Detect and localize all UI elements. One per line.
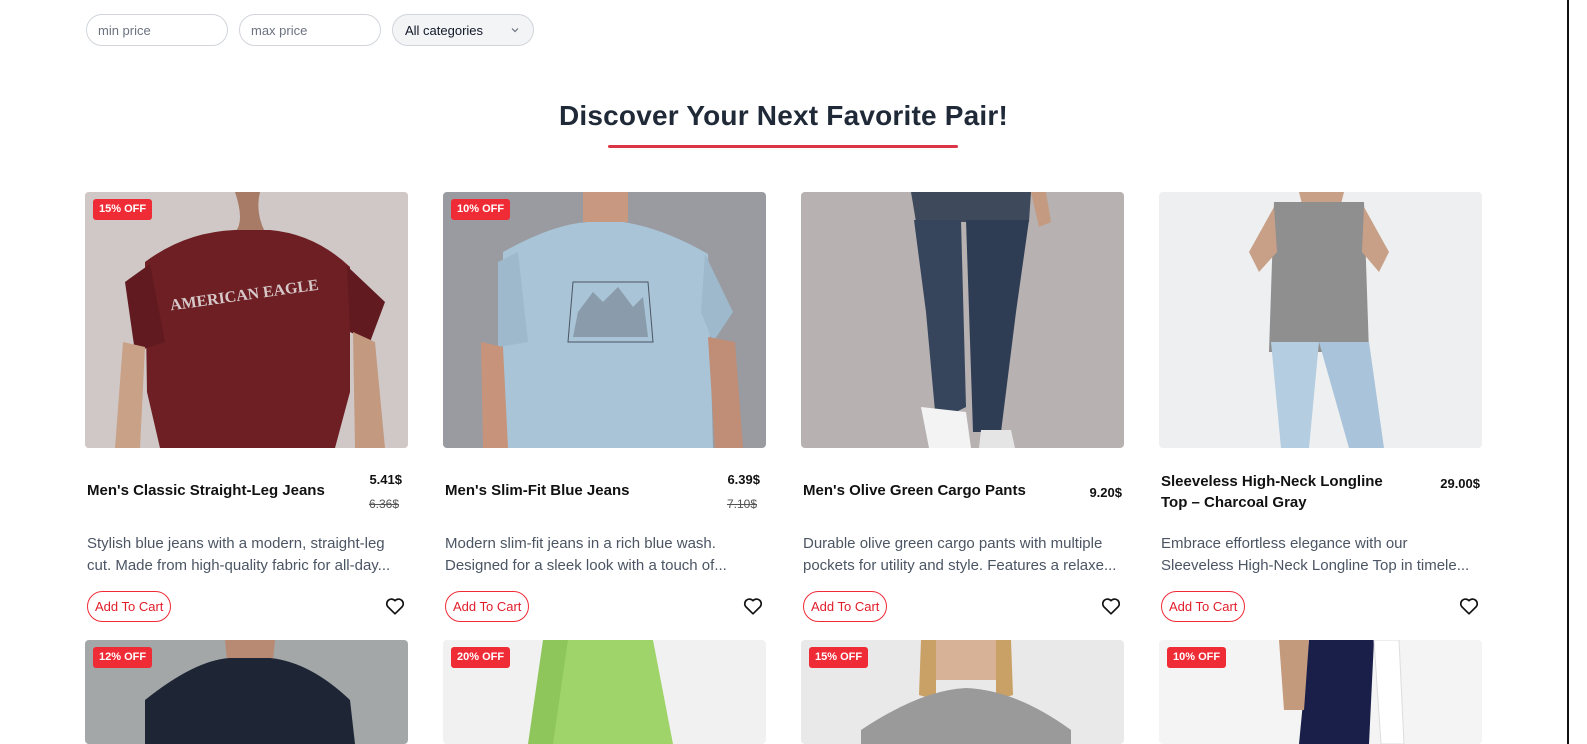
product-actions: Add To Cart: [443, 591, 766, 623]
heading-underline: [608, 145, 958, 148]
product-actions: Add To Cart: [85, 591, 408, 623]
product-title[interactable]: Sleeveless High-Neck Longline Top – Char…: [1161, 471, 1411, 513]
page-title: Discover Your Next Favorite Pair!: [558, 100, 1009, 131]
product-description: Stylish blue jeans with a modern, straig…: [87, 535, 391, 574]
max-price-input[interactable]: [239, 14, 381, 46]
product-price: 9.20$: [1089, 485, 1122, 500]
discount-badge: 20% OFF: [451, 647, 511, 668]
product-image[interactable]: 12% OFF: [85, 640, 408, 744]
product-old-price: 6.36$: [368, 497, 399, 511]
heart-icon[interactable]: [742, 595, 764, 617]
product-title[interactable]: Men's Olive Green Cargo Pants: [803, 480, 1053, 501]
product-image[interactable]: [801, 192, 1124, 448]
heart-icon[interactable]: [1458, 595, 1480, 617]
product-image[interactable]: 10% OFF: [443, 192, 766, 448]
product-card: 15% OFF: [801, 640, 1124, 744]
chevron-down-icon: [509, 24, 521, 36]
product-card: AMERICAN EAGLE 15% OFF Men's Classic Str…: [85, 192, 408, 623]
add-to-cart-button[interactable]: Add To Cart: [803, 591, 888, 622]
product-price: 5.41$: [369, 472, 402, 487]
product-info: Men's Olive Green Cargo Pants 9.20$: [801, 464, 1124, 524]
product-card: Men's Olive Green Cargo Pants 9.20$ Dura…: [801, 192, 1124, 623]
product-price: 29.00$: [1440, 476, 1480, 491]
product-image[interactable]: AMERICAN EAGLE 15% OFF: [85, 192, 408, 448]
product-description: Durable olive green cargo pants with mul…: [803, 535, 1117, 574]
product-image[interactable]: 15% OFF: [801, 640, 1124, 744]
product-info: Sleeveless High-Neck Longline Top – Char…: [1159, 464, 1482, 524]
product-actions: Add To Cart: [801, 591, 1124, 623]
heart-icon[interactable]: [384, 595, 406, 617]
product-card: 10% OFF Men's Slim-Fit Blue Jeans 6.39$ …: [443, 192, 766, 623]
add-to-cart-button[interactable]: Add To Cart: [1161, 591, 1246, 622]
discount-badge: 15% OFF: [809, 647, 869, 668]
add-to-cart-button[interactable]: Add To Cart: [87, 591, 172, 622]
min-price-input[interactable]: [86, 14, 228, 46]
section-heading: Discover Your Next Favorite Pair!: [0, 100, 1567, 132]
product-image[interactable]: 10% OFF: [1159, 640, 1482, 744]
discount-badge: 10% OFF: [451, 199, 511, 220]
product-card: Sleeveless High-Neck Longline Top – Char…: [1159, 192, 1482, 623]
category-select-value: All categories: [405, 22, 484, 38]
product-info: Men's Classic Straight-Leg Jeans 5.41$ 6…: [85, 464, 408, 524]
product-title[interactable]: Men's Slim-Fit Blue Jeans: [445, 480, 695, 501]
product-actions: Add To Cart: [1159, 591, 1482, 623]
product-description: Embrace effortless elegance with our Sle…: [1161, 535, 1470, 574]
discount-badge: 15% OFF: [93, 199, 153, 220]
product-card: 12% OFF: [85, 640, 408, 744]
product-title[interactable]: Men's Classic Straight-Leg Jeans: [87, 480, 337, 501]
product-image[interactable]: 20% OFF: [443, 640, 766, 744]
product-price: 6.39$: [727, 472, 760, 487]
filter-bar: All categories: [86, 14, 534, 46]
heart-icon[interactable]: [1100, 595, 1122, 617]
product-listing-page: All categories Discover Your Next Favori…: [0, 0, 1567, 744]
product-description: Modern slim-fit jeans in a rich blue was…: [445, 535, 727, 574]
discount-badge: 10% OFF: [1167, 647, 1227, 668]
product-card: 20% OFF: [443, 640, 766, 744]
add-to-cart-button[interactable]: Add To Cart: [445, 591, 530, 622]
product-card: 10% OFF: [1159, 640, 1482, 744]
scrollbar[interactable]: [1567, 0, 1587, 744]
discount-badge: 12% OFF: [93, 647, 153, 668]
product-image[interactable]: [1159, 192, 1482, 448]
product-info: Men's Slim-Fit Blue Jeans 6.39$ 7.10$: [443, 464, 766, 524]
category-select[interactable]: All categories: [392, 14, 534, 46]
product-old-price: 7.10$: [726, 497, 757, 511]
